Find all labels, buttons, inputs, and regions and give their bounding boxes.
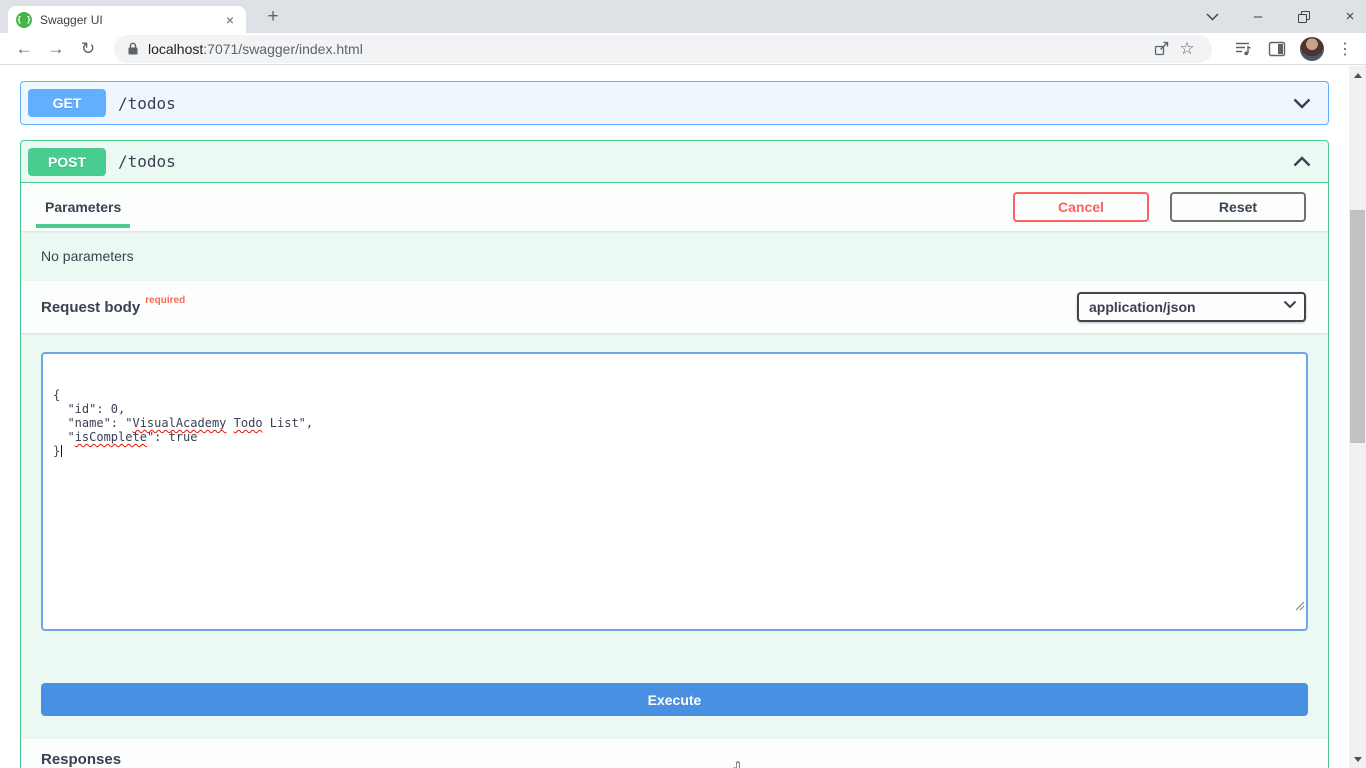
responses-section-header: Responses: [21, 739, 1328, 768]
scrollbar-up-arrow[interactable]: [1349, 67, 1366, 83]
reset-button[interactable]: Reset: [1170, 192, 1306, 222]
parameters-section-header: Parameters Cancel Reset: [21, 183, 1328, 231]
share-icon[interactable]: [1148, 36, 1174, 62]
required-label: required: [145, 295, 185, 306]
request-body-title: Request bodyrequired: [41, 299, 185, 316]
mouse-cursor-hand-icon: ☝: [724, 756, 743, 768]
swagger-favicon-icon: { }: [16, 12, 32, 28]
collapse-chevron-up-icon[interactable]: [1293, 156, 1311, 167]
url-text: localhost:7071/swagger/index.html: [148, 41, 363, 57]
execute-button[interactable]: Execute: [41, 683, 1308, 716]
content-type-select-wrap: application/json: [1077, 292, 1306, 322]
execute-wrapper: Execute: [21, 651, 1328, 739]
new-tab-button[interactable]: +: [260, 4, 286, 30]
window-restore-button[interactable]: [1296, 9, 1312, 25]
post-endpoint-summary[interactable]: POST /todos: [21, 141, 1328, 183]
window-controls: – ×: [1204, 0, 1358, 33]
tab-title: Swagger UI: [40, 13, 222, 27]
resize-handle-icon[interactable]: [1207, 586, 1305, 628]
swagger-page: GET /todos POST /todos Parameters Cancel…: [0, 66, 1366, 768]
method-badge-post: POST: [28, 148, 106, 176]
browser-tab-bar: { } Swagger UI × + – ×: [0, 0, 1366, 33]
address-bar[interactable]: localhost:7071/swagger/index.html ☆: [114, 35, 1212, 63]
browser-toolbar: ← → ↻ localhost:7071/swagger/index.html …: [0, 33, 1366, 65]
profile-avatar[interactable]: [1300, 37, 1324, 61]
method-badge-get: GET: [28, 89, 106, 117]
content-type-select[interactable]: application/json: [1077, 292, 1306, 322]
tab-swagger-ui[interactable]: { } Swagger UI ×: [8, 6, 246, 33]
browser-menu-icon[interactable]: ⋮: [1332, 36, 1358, 62]
window-minimize-button[interactable]: –: [1250, 9, 1266, 25]
page-scrollbar[interactable]: [1349, 66, 1366, 768]
get-endpoint-block: GET /todos: [20, 81, 1329, 125]
lock-icon[interactable]: [126, 41, 140, 56]
media-controls-icon[interactable]: [1230, 36, 1256, 62]
side-panel-icon[interactable]: [1264, 36, 1290, 62]
post-endpoint-block: POST /todos Parameters Cancel Reset No p…: [20, 140, 1329, 768]
back-button[interactable]: ←: [8, 35, 40, 63]
window-menu-chevron-icon[interactable]: [1204, 9, 1220, 25]
parameters-tab[interactable]: Parameters: [36, 199, 130, 228]
request-body-editor[interactable]: { "id": 0, "name": "VisualAcademy Todo L…: [41, 352, 1308, 631]
bookmark-star-icon[interactable]: ☆: [1174, 36, 1200, 62]
scrollbar-thumb[interactable]: [1350, 210, 1365, 443]
window-close-button[interactable]: ×: [1342, 9, 1358, 25]
post-endpoint-path: /todos: [118, 152, 176, 171]
no-parameters-text: No parameters: [21, 231, 1328, 281]
scrollbar-down-arrow[interactable]: [1349, 751, 1366, 767]
tab-close-icon[interactable]: ×: [222, 12, 238, 28]
request-body-area: { "id": 0, "name": "VisualAcademy Todo L…: [21, 333, 1328, 651]
request-body-header: Request bodyrequired application/json: [21, 281, 1328, 333]
reload-button[interactable]: ↻: [72, 35, 104, 63]
forward-button[interactable]: →: [40, 35, 72, 63]
request-body-content: { "id": 0, "name": "VisualAcademy Todo L…: [53, 388, 1296, 458]
get-endpoint-path: /todos: [118, 94, 176, 113]
cancel-button[interactable]: Cancel: [1013, 192, 1149, 222]
get-endpoint-summary[interactable]: GET /todos: [21, 82, 1328, 124]
expand-chevron-down-icon[interactable]: [1293, 98, 1311, 109]
responses-title: Responses: [41, 751, 121, 768]
